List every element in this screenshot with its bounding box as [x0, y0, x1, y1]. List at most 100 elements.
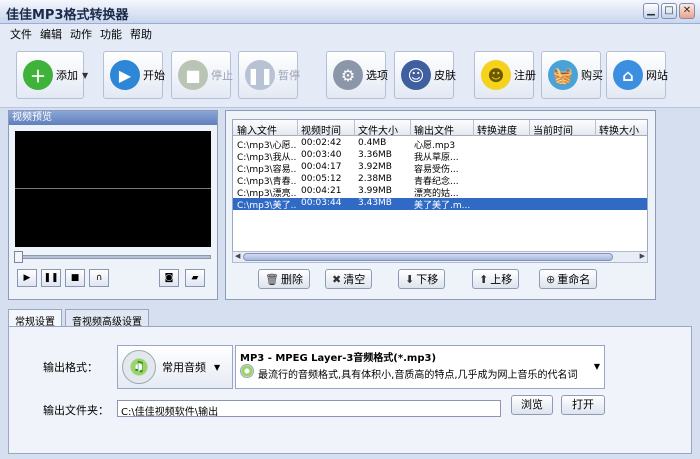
menu-action[interactable]: 动作 — [70, 26, 92, 42]
scroll-thumb[interactable] — [243, 253, 613, 261]
basket-icon: 🧺 — [548, 60, 578, 90]
col-input-file[interactable]: 输入文件 — [237, 122, 277, 137]
table-cell: 2.38MB — [358, 174, 392, 184]
arrow-up-icon: ⬆ — [479, 272, 489, 286]
register-button[interactable]: ☻ 注册 — [474, 51, 536, 99]
table-row[interactable]: C:\mp3\青春... 00:05:12 2.38MB 青春纪念... — [233, 174, 647, 187]
play-button[interactable]: ▶ — [17, 269, 37, 287]
pause-button[interactable]: ❚❚ 暂停 — [238, 51, 300, 99]
plus-icon: ＋ — [23, 60, 53, 90]
pause-playback-button[interactable]: ❚❚ — [41, 269, 61, 287]
file-list-panel: 输入文件 视频时间 文件大小 输出文件 转换进度 当前时间 转换大小 C:\mp… — [225, 110, 656, 300]
music-cd-icon — [240, 364, 254, 378]
seek-thumb[interactable] — [14, 251, 23, 263]
user-icon: ☺ — [401, 60, 431, 90]
title-bar: 佳佳MP3格式转换器 ▁ □ ✕ — [0, 0, 700, 24]
stop-button[interactable]: ■ 停止 — [171, 51, 233, 99]
horizontal-scrollbar[interactable]: ◀ ▶ — [232, 251, 648, 263]
buy-button[interactable]: 🧺 购买 — [541, 51, 603, 99]
options-button[interactable]: ⚙ 选项 — [326, 51, 388, 99]
website-button[interactable]: ⌂ 网站 — [606, 51, 668, 99]
menu-file[interactable]: 文件 — [10, 26, 32, 42]
rename-icon: ⊕ — [546, 272, 556, 286]
start-button[interactable]: ▶ 开始 — [103, 51, 165, 99]
open-button[interactable]: 打开 — [561, 395, 605, 415]
col-file-size[interactable]: 文件大小 — [358, 122, 398, 137]
table-cell: 0.4MB — [358, 138, 387, 148]
snapshot-button[interactable]: ◙ — [159, 269, 179, 287]
gear-icon: ⚙ — [333, 60, 363, 90]
rename-button[interactable]: ⊕ 重命名 — [539, 269, 598, 289]
chevron-down-icon: ▼ — [214, 362, 221, 372]
col-convert-size[interactable]: 转换大小 — [599, 122, 639, 137]
menu-help[interactable]: 帮助 — [130, 26, 152, 42]
output-folder-label: 输出文件夹： — [43, 404, 109, 417]
play-icon: ▶ — [110, 60, 140, 90]
scroll-left-icon[interactable]: ◀ — [235, 252, 240, 260]
browse-button[interactable]: 浏览 — [511, 395, 553, 415]
table-cell: 00:03:44 — [301, 198, 342, 208]
window-title: 佳佳MP3格式转换器 — [6, 8, 129, 23]
col-output-file[interactable]: 输出文件 — [414, 122, 454, 137]
table-row[interactable]: C:\mp3\心愿.... 00:02:42 0.4MB 心愿.mp3 — [233, 138, 647, 151]
table-cell: 3.99MB — [358, 186, 392, 196]
col-current-time[interactable]: 当前时间 — [533, 122, 573, 137]
table-cell: 00:03:40 — [301, 150, 342, 160]
add-button[interactable]: ＋ 添加 ▼ — [16, 51, 88, 99]
table-row[interactable]: C:\mp3\美了... 00:03:44 3.43MB 美了美了.m... — [233, 198, 647, 211]
smiley-icon: ☻ — [481, 60, 511, 90]
menu-bar: 文件 编辑 动作 功能 帮助 — [0, 24, 700, 42]
maximize-button[interactable]: □ — [661, 3, 677, 19]
toolbar: ＋ 添加 ▼ ▶ 开始 ■ 停止 ❚❚ 暂停 ⚙ 选项 ☺ 皮肤 ☻ 注册 🧺 … — [0, 42, 700, 108]
close-button[interactable]: ✕ — [679, 3, 695, 19]
tab-advanced[interactable]: 音视频高级设置 — [65, 309, 149, 328]
output-format-label: 输出格式： — [43, 361, 98, 374]
stop-playback-button[interactable]: ■ — [65, 269, 85, 287]
table-cell: 00:04:17 — [301, 162, 342, 172]
table-cell: 3.43MB — [358, 198, 392, 208]
move-down-button[interactable]: ⬇ 下移 — [398, 269, 446, 289]
play-icon: ▶ — [23, 273, 31, 283]
table-cell: 00:04:21 — [301, 186, 342, 196]
delete-button[interactable]: 🗑 删除 — [258, 269, 310, 289]
skin-button[interactable]: ☺ 皮肤 — [394, 51, 456, 99]
output-folder-input[interactable]: C:\佳佳视频软件\输出 — [117, 400, 501, 418]
format-name: MP3 - MPEG Layer-3音频格式(*.mp3) — [240, 353, 437, 364]
home-icon: ⌂ — [613, 60, 643, 90]
minimize-button[interactable]: ▁ — [643, 3, 659, 19]
seek-bar[interactable] — [14, 251, 211, 263]
pause-icon: ❚❚ — [43, 273, 59, 283]
headphones-icon: ∩ — [95, 273, 103, 283]
table-cell: C:\mp3\美了... — [237, 201, 297, 211]
table-row[interactable]: C:\mp3\漂亮... 00:04:21 3.99MB 漂亮的姑... — [233, 186, 647, 199]
x-icon: ✖ — [332, 272, 342, 286]
folder-icon: ▰ — [191, 273, 199, 283]
menu-function[interactable]: 功能 — [100, 26, 122, 42]
camera-icon: ◙ — [164, 273, 174, 283]
file-table[interactable]: 输入文件 视频时间 文件大小 输出文件 转换进度 当前时间 转换大小 C:\mp… — [232, 119, 648, 257]
open-folder-button[interactable]: ▰ — [185, 269, 205, 287]
preview-header: 视频预览 — [9, 111, 217, 125]
video-preview-panel: 视频预览 ▶ ❚❚ ■ ∩ ◙ ▰ — [8, 110, 218, 300]
table-row[interactable]: C:\mp3\我从... 00:03:40 3.36MB 我从草原... — [233, 150, 647, 163]
format-category-select[interactable]: ♫ 常用音频 ▼ — [117, 345, 233, 389]
chevron-down-icon: ▼ — [82, 70, 89, 80]
format-select[interactable]: MP3 - MPEG Layer-3音频格式(*.mp3) 最流行的音频格式,具… — [235, 345, 605, 389]
table-cell: 美了美了.m... — [414, 201, 471, 211]
stop-icon: ■ — [70, 273, 80, 283]
table-row[interactable]: C:\mp3\容易... 00:04:17 3.92MB 容易受伤... — [233, 162, 647, 175]
clear-button[interactable]: ✖ 清空 — [325, 269, 373, 289]
col-video-time[interactable]: 视频时间 — [301, 122, 341, 137]
scroll-right-icon[interactable]: ▶ — [640, 252, 645, 260]
col-progress[interactable]: 转换进度 — [477, 122, 517, 137]
table-cell: 3.92MB — [358, 162, 392, 172]
volume-button[interactable]: ∩ — [89, 269, 109, 287]
table-header: 输入文件 视频时间 文件大小 输出文件 转换进度 当前时间 转换大小 — [233, 120, 647, 137]
move-up-button[interactable]: ⬆ 上移 — [472, 269, 520, 289]
pause-icon: ❚❚ — [245, 60, 275, 90]
format-description: 最流行的音频格式,具有体积小,音质高的特点,几乎成为网上音乐的代名词 — [258, 370, 578, 381]
menu-edit[interactable]: 编辑 — [40, 26, 62, 42]
table-cell: 00:05:12 — [301, 174, 342, 184]
table-cell: 00:02:42 — [301, 138, 342, 148]
stop-icon: ■ — [178, 60, 208, 90]
